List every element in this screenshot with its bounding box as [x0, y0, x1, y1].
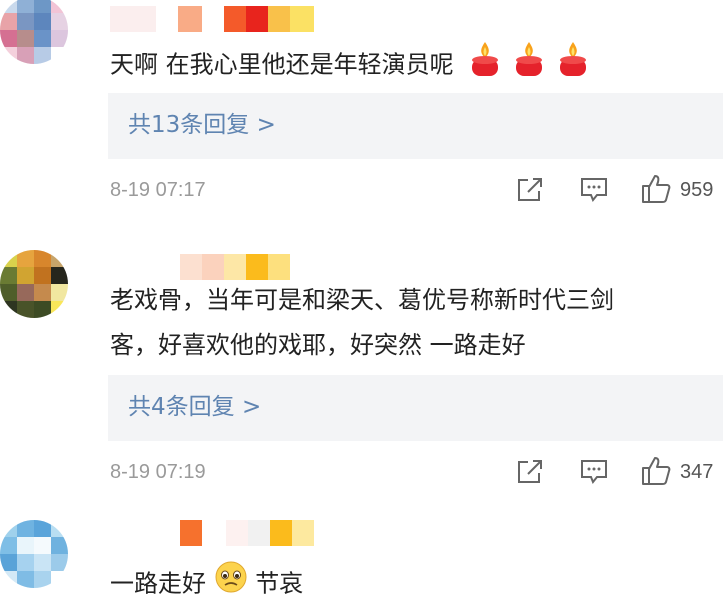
- avatar[interactable]: [0, 520, 68, 588]
- like-count: 959: [680, 179, 714, 201]
- timestamp: 8-19 07:19: [110, 461, 206, 483]
- comment-body: 天啊 在我心里他还是年轻演员呢: [110, 50, 454, 79]
- comment-text: 老戏骨，当年可是和梁天、葛优号称新时代三剑 客，好喜欢他的戏耶，好突然 一路走好: [110, 278, 614, 368]
- like-count: 347: [680, 461, 714, 483]
- share-icon[interactable]: [516, 177, 544, 207]
- thumbs-up-icon[interactable]: [640, 455, 672, 491]
- comment-text: 天啊 在我心里他还是年轻演员呢: [110, 38, 591, 93]
- comment-body-line: 客，好喜欢他的戏耶，好突然 一路走好: [110, 331, 526, 359]
- candle-icon: [511, 38, 547, 93]
- comment-meta: 8-19 07:19 347: [0, 457, 723, 487]
- crying-face-icon: [214, 560, 248, 609]
- comment-item: 一路走好 节哀: [0, 515, 723, 610]
- timestamp: 8-19 07:17: [110, 179, 206, 201]
- username[interactable]: [110, 254, 290, 280]
- comment-body: 一路走好: [110, 569, 206, 598]
- comment-item: 老戏骨，当年可是和梁天、葛优号称新时代三剑 客，好喜欢他的戏耶，好突然 一路走好…: [0, 250, 723, 500]
- username[interactable]: [110, 520, 314, 546]
- reply-box[interactable]: 共13条回复 >: [108, 93, 723, 159]
- comment-icon[interactable]: [580, 177, 608, 207]
- reply-box[interactable]: 共4条回复 >: [108, 375, 723, 441]
- comment-icon[interactable]: [580, 459, 608, 489]
- candle-icon: [467, 38, 503, 93]
- comment-text: 一路走好 节哀: [110, 560, 303, 609]
- avatar[interactable]: [0, 250, 68, 318]
- thumbs-up-icon[interactable]: [640, 173, 672, 209]
- view-replies-link[interactable]: 共13条回复 >: [128, 109, 276, 141]
- avatar[interactable]: [0, 0, 68, 64]
- view-replies-link[interactable]: 共4条回复 >: [128, 391, 261, 423]
- comment-item: 天啊 在我心里他还是年轻演员呢 共13条回复 > 8-19 07:17 959: [0, 0, 723, 215]
- comment-meta: 8-19 07:17 959: [0, 175, 723, 205]
- candle-icon: [555, 38, 591, 93]
- comment-body-line: 老戏骨，当年可是和梁天、葛优号称新时代三剑: [110, 286, 614, 314]
- username[interactable]: [110, 6, 314, 32]
- share-icon[interactable]: [516, 459, 544, 489]
- comment-body-tail: 节哀: [255, 569, 304, 598]
